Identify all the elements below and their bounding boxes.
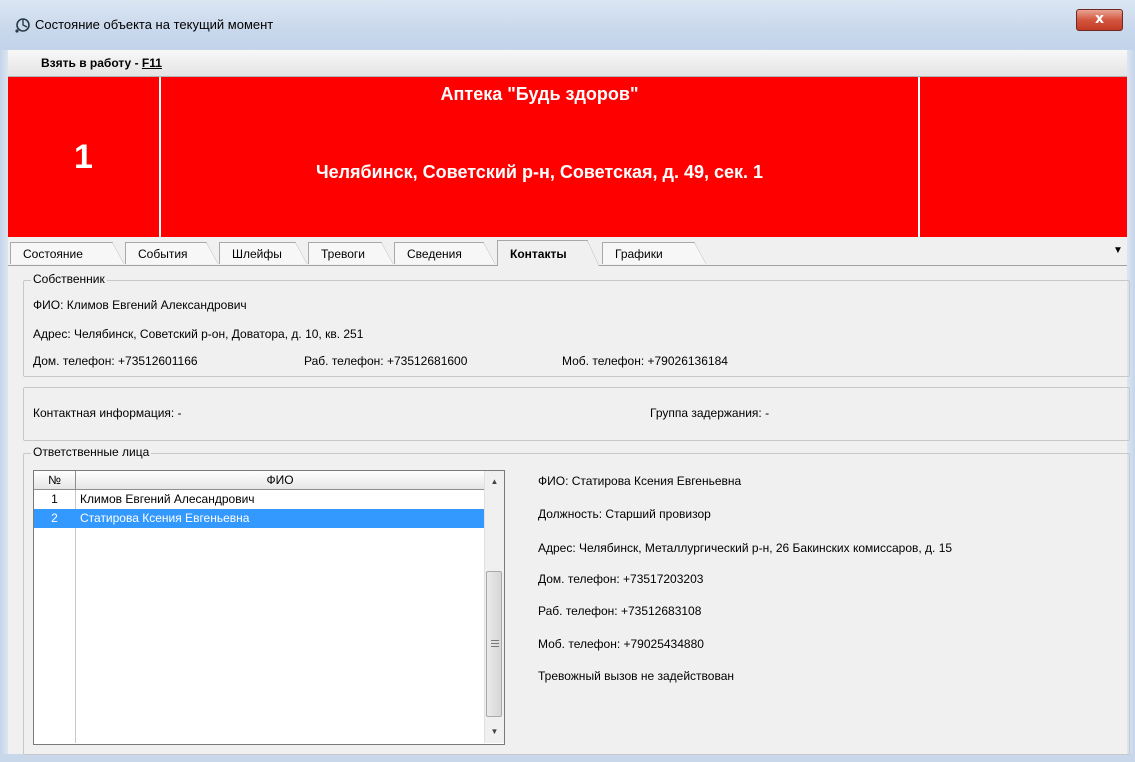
tab-scroll-down-icon[interactable]: ▼ [1110,240,1126,262]
contact-info-group [23,387,1130,441]
toolbar: Взять в работу - F11 [8,50,1127,77]
app-icon [15,18,30,33]
column-header-num[interactable]: № [34,471,76,489]
object-name: Аптека "Будь здоров" [440,84,639,104]
tab-schedules[interactable]: Графики [602,242,706,264]
window-frame-bottom [0,754,1135,762]
tab-info[interactable]: Сведения [394,242,495,264]
detail-address: Адрес: Челябинск, Металлургический р-н, … [538,541,953,555]
window-frame-left [0,50,8,762]
row-fio: Климов Евгений Алесандрович [80,492,255,506]
tab-events[interactable]: События [125,242,218,264]
detail-fio: ФИО: Статирова Ксения Евгеньевна [538,474,742,488]
detail-work-phone: Раб. телефон: +73512683108 [538,604,702,618]
take-to-work-label: Взять в работу - [41,56,142,70]
object-number: 1 [74,138,93,176]
header-divider [918,77,920,237]
scroll-thumb[interactable] [486,571,502,717]
owner-group-title: Собственник [31,272,107,286]
column-header-fio[interactable]: ФИО [76,471,484,489]
grip-icon [491,640,499,641]
table-row-selected[interactable]: 2 Статирова Ксения Евгеньевна [34,509,484,528]
row-fio: Статирова Ксения Евгеньевна [80,511,250,525]
tab-contacts[interactable]: Контакты [497,240,599,266]
take-to-work-button[interactable]: Взять в работу - F11 [41,56,162,70]
owner-home-phone: Дом. телефон: +73512601166 [33,354,198,368]
close-button[interactable]: x [1076,9,1123,31]
row-num: 1 [51,492,58,506]
tab-loops[interactable]: Шлейфы [219,242,307,264]
list-header: № ФИО [34,471,484,490]
owner-fio: ФИО: Климов Евгений Александрович [33,298,247,312]
object-address: Челябинск, Советский р-н, Советская, д. … [315,162,764,182]
owner-work-phone: Раб. телефон: +73512681600 [304,354,468,368]
tab-state[interactable]: Состояние [10,242,124,264]
scroll-down-icon[interactable]: ▼ [485,723,504,740]
responsible-group-title: Ответственные лица [31,445,152,459]
responsible-list[interactable]: № ФИО 1 Климов Евгений Алесандрович 2 Ст… [33,470,505,745]
contact-info-label: Контактная информация: - [33,406,182,420]
tab-alarms[interactable]: Тревоги [308,242,393,264]
owner-address: Адрес: Челябинск, Советский р-он, Довато… [33,327,364,341]
take-to-work-hotkey: F11 [141,56,162,70]
detail-position: Должность: Старший провизор [538,507,711,521]
response-group-label: Группа задержания: - [650,406,770,420]
detail-home-phone: Дом. телефон: +73517203203 [538,572,704,586]
detail-mobile-phone: Моб. телефон: +79025434880 [538,637,704,651]
window-title: Состояние объекта на текущий момент [35,17,274,32]
scroll-up-icon[interactable]: ▲ [485,473,504,490]
list-scrollbar[interactable]: ▲ ▼ [484,471,504,743]
row-num: 2 [51,511,58,525]
table-row[interactable]: 1 Климов Евгений Алесандрович [34,490,484,509]
detail-alarm-note: Тревожный вызов не задействован [538,669,734,683]
owner-mobile-phone: Моб. телефон: +79026136184 [562,354,728,368]
title-bar: Состояние объекта на текущий момент x [0,0,1135,50]
